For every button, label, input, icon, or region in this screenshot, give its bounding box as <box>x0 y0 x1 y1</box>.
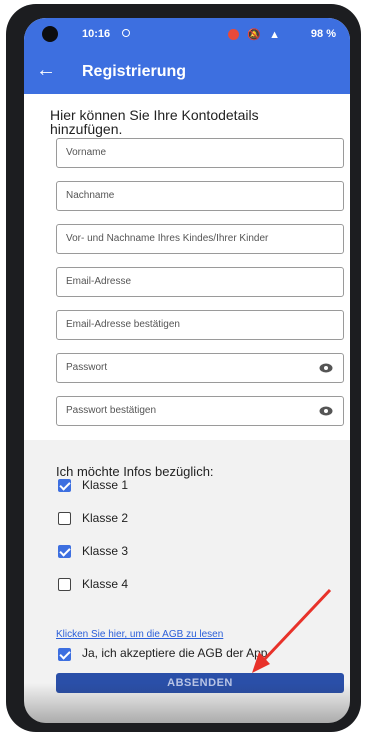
annotation-arrow-icon <box>252 588 332 673</box>
